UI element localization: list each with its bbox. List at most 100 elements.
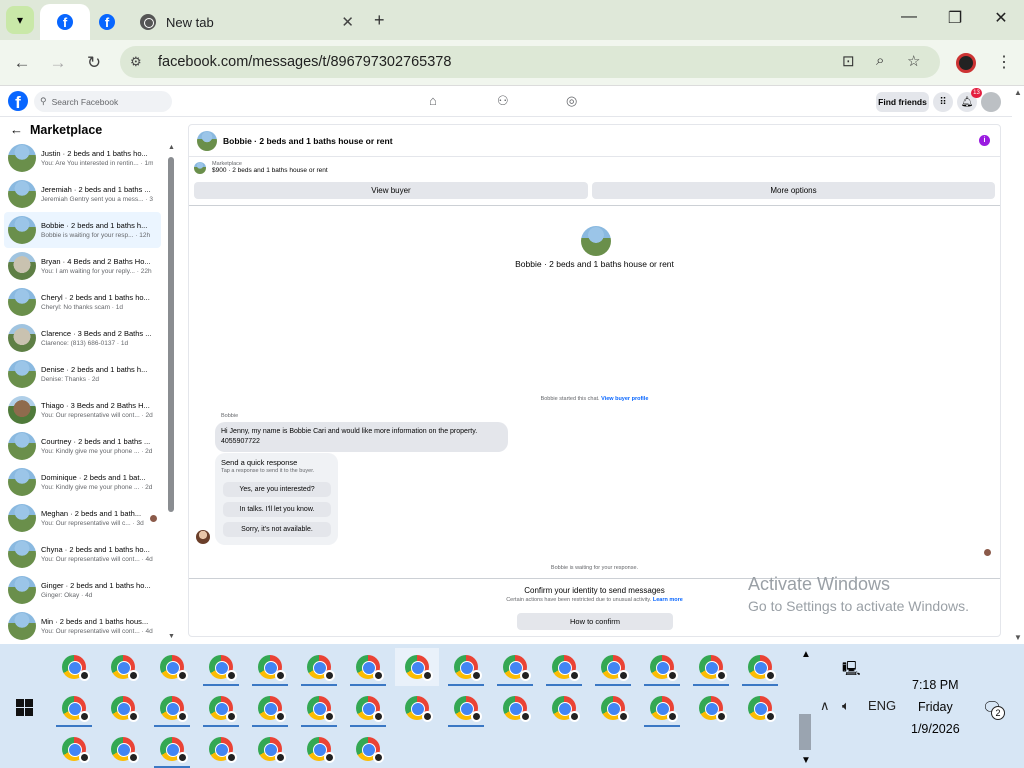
how-to-confirm-button[interactable]: How to confirm (517, 613, 673, 630)
scrollbar-thumb[interactable] (799, 714, 811, 750)
taskbar-chrome-profile-icon[interactable] (591, 689, 635, 727)
tab-search-button[interactable]: ▾ (6, 6, 34, 34)
quick-response-in-talks-button[interactable]: In talks. I'll let you know. (223, 502, 331, 517)
quick-response-interested-button[interactable]: Yes, are you interested? (223, 482, 331, 497)
conversation-item[interactable]: Chyna · 2 beds and 1 baths ho... You: Our… (4, 536, 161, 572)
taskbar-chrome-profile-icon[interactable] (395, 648, 439, 686)
reload-button[interactable]: ↻ (81, 50, 107, 76)
taskbar-chrome-profile-icon[interactable] (199, 689, 243, 727)
home-icon[interactable]: ⌂ (429, 93, 437, 108)
speaker-icon[interactable]: 🔈︎ (842, 698, 850, 714)
taskbar-chrome-profile-icon[interactable] (297, 648, 341, 686)
zoom-icon[interactable]: ⌕ (876, 52, 884, 69)
taskbar-chrome-profile-icon[interactable] (150, 689, 194, 727)
taskbar-chrome-profile-icon[interactable] (444, 648, 488, 686)
taskbar-chrome-profile-icon[interactable] (493, 689, 537, 727)
kebab-menu-icon[interactable]: ⋮ (996, 52, 1012, 72)
chevron-up-icon[interactable]: ∧ (820, 698, 830, 714)
page-scrollbar[interactable]: ▲ ▼ (1012, 86, 1024, 644)
info-icon[interactable]: i (979, 135, 990, 146)
minimize-button[interactable]: — (894, 8, 924, 26)
taskbar-chrome-profile-icon[interactable] (689, 689, 733, 727)
taskbar-chrome-profile-icon[interactable] (297, 689, 341, 727)
restore-button[interactable]: ❐ (940, 8, 970, 28)
taskbar-chrome-profile-icon[interactable] (591, 648, 635, 686)
conversation-item[interactable]: Thiago · 3 Beds and 2 Baths H... You: Our… (4, 392, 161, 428)
clock-time[interactable]: 7:18 PM (912, 678, 959, 692)
clock-date[interactable]: 1/9/2026 (911, 722, 960, 736)
taskbar-chrome-profile-icon[interactable] (689, 648, 733, 686)
conversation-item[interactable]: Dominique · 2 beds and 1 bat... You: Kind… (4, 464, 161, 500)
back-arrow-icon[interactable]: ← (10, 122, 23, 137)
scroll-down-arrow-icon[interactable]: ▼ (1014, 633, 1022, 642)
quick-response-not-available-button[interactable]: Sorry, it's not available. (223, 522, 331, 537)
taskbar-chrome-profile-icon[interactable] (395, 689, 439, 727)
conversation-item[interactable]: Min · 2 beds and 1 baths hous... You: Our… (4, 608, 161, 644)
forward-button[interactable]: → (45, 50, 71, 76)
close-window-button[interactable]: ✕ (986, 8, 1016, 28)
taskbar-chrome-profile-icon[interactable] (199, 648, 243, 686)
bookmark-star-icon[interactable]: ☆ (907, 52, 920, 70)
taskbar-chrome-profile-icon[interactable] (248, 648, 292, 686)
view-buyer-button[interactable]: View buyer (194, 182, 588, 199)
taskbar-chrome-profile-icon[interactable] (52, 730, 96, 768)
conversation-item[interactable]: Clarence · 3 Beds and 2 Baths ... Clarenc… (4, 320, 161, 356)
learn-more-link[interactable]: Learn more (653, 597, 683, 603)
taskbar-chrome-profile-icon[interactable] (52, 648, 96, 686)
taskbar-chrome-profile-icon[interactable] (150, 730, 194, 768)
address-bar[interactable]: ⚙ facebook.com/messages/t/89679730276537… (120, 46, 940, 78)
taskbar-chrome-profile-icon[interactable] (346, 730, 390, 768)
taskbar-chrome-profile-icon[interactable] (493, 648, 537, 686)
conversation-item[interactable]: Denise · 2 beds and 1 baths h... Denise: … (4, 356, 161, 392)
taskbar-chrome-profile-icon[interactable] (346, 648, 390, 686)
groups-icon[interactable]: ◎ (566, 93, 577, 109)
scroll-down-arrow-icon[interactable]: ▼ (168, 633, 175, 640)
scroll-down-arrow-icon[interactable]: ▼ (801, 755, 811, 766)
facebook-logo[interactable]: f (8, 91, 28, 111)
friends-icon[interactable]: ⚇ (497, 93, 509, 109)
view-buyer-profile-link[interactable]: View buyer profile (601, 396, 648, 402)
scroll-up-arrow-icon[interactable]: ▲ (801, 649, 811, 660)
url-text[interactable]: facebook.com/messages/t/896797302765378 (158, 54, 451, 70)
scroll-up-arrow-icon[interactable]: ▲ (168, 144, 175, 151)
conversation-item[interactable]: Justin · 2 beds and 1 baths ho... You: Ar… (4, 140, 161, 176)
scrollbar-thumb[interactable] (168, 157, 174, 512)
chat-title[interactable]: Bobbie · 2 beds and 1 baths house or ren… (223, 136, 393, 146)
taskbar-chrome-profile-icon[interactable] (738, 648, 782, 686)
taskbar-chrome-profile-icon[interactable] (738, 689, 782, 727)
clock-day[interactable]: Friday (918, 700, 953, 714)
taskbar-chrome-profile-icon[interactable] (346, 689, 390, 727)
network-device-icon[interactable]: 🖳︎ (842, 658, 861, 682)
close-tab-icon[interactable]: ✕ (341, 13, 354, 31)
taskbar-chrome-profile-icon[interactable] (248, 730, 292, 768)
taskbar-chrome-profile-icon[interactable] (542, 689, 586, 727)
taskbar-chrome-profile-icon[interactable] (150, 648, 194, 686)
conversation-item[interactable]: Ginger · 2 beds and 1 baths ho... Ginger:… (4, 572, 161, 608)
taskbar-chrome-profile-icon[interactable] (101, 648, 145, 686)
new-tab-button[interactable]: + (374, 10, 385, 31)
tab-new-tab[interactable]: New tab ✕ (124, 4, 364, 40)
more-options-button[interactable]: More options (592, 182, 995, 199)
facebook-search-input[interactable]: ⚲ Search Facebook (34, 91, 172, 112)
profile-avatar[interactable] (956, 53, 976, 73)
conversation-item[interactable]: Jeremiah · 2 beds and 1 baths ... Jeremia… (4, 176, 161, 212)
scroll-up-arrow-icon[interactable]: ▲ (1014, 88, 1022, 97)
conversation-item[interactable]: Courtney · 2 beds and 1 baths ... You: Ki… (4, 428, 161, 464)
language-indicator[interactable]: ENG (868, 698, 896, 713)
menu-grid-icon[interactable]: ⠿ (933, 92, 953, 112)
taskbar-chrome-profile-icon[interactable] (248, 689, 292, 727)
taskbar-chrome-profile-icon[interactable] (101, 730, 145, 768)
install-app-icon[interactable]: ⊡ (842, 52, 855, 70)
listing-summary[interactable]: Marketplace $900 · 2 beds and 1 baths ho… (194, 161, 328, 174)
listing-avatar[interactable] (197, 130, 217, 151)
taskbar-chrome-profile-icon[interactable] (640, 648, 684, 686)
find-friends-button[interactable]: Find friends (876, 92, 929, 112)
taskbar-chrome-profile-icon[interactable] (297, 730, 341, 768)
conversation-item[interactable]: Cheryl · 2 beds and 1 baths ho... Cheryl:… (4, 284, 161, 320)
conversation-item[interactable]: Meghan · 2 beds and 1 bath... You: Our re… (4, 500, 161, 536)
conversation-item[interactable]: Bobbie · 2 beds and 1 baths h... Bobbie i… (4, 212, 161, 248)
taskbar-chrome-profile-icon[interactable] (101, 689, 145, 727)
taskbar-chrome-profile-icon[interactable] (199, 730, 243, 768)
conversation-item[interactable]: Bryan · 4 Beds and 2 Baths Ho... You: I a… (4, 248, 161, 284)
site-info-icon[interactable]: ⚙ (130, 54, 152, 70)
